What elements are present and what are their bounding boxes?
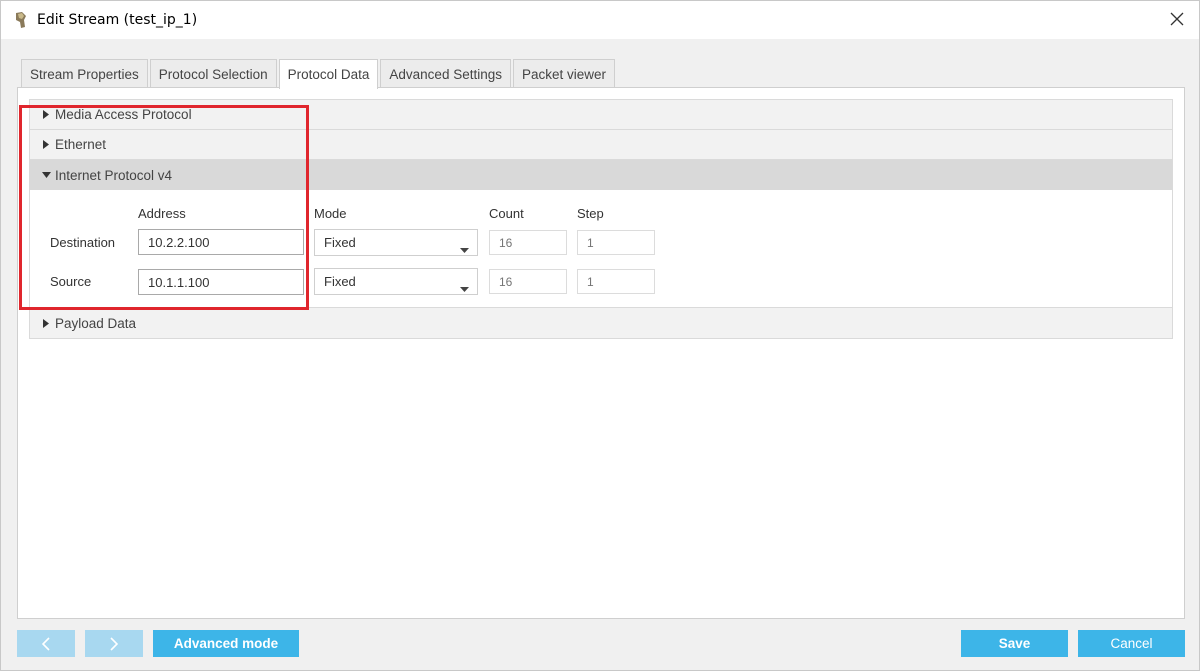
section-payload-data[interactable]: Payload Data xyxy=(30,308,1172,338)
source-mode-select[interactable]: Fixed xyxy=(314,268,478,295)
window-title: Edit Stream (test_ip_1) xyxy=(37,12,198,28)
next-button[interactable] xyxy=(85,630,143,657)
column-header-count: Count xyxy=(489,206,524,221)
title-bar: Edit Stream (test_ip_1) xyxy=(1,1,1199,39)
tab-advanced-settings[interactable]: Advanced Settings xyxy=(380,59,511,88)
source-step-input xyxy=(577,269,655,294)
edit-stream-dialog: Edit Stream (test_ip_1) Stream Propertie… xyxy=(0,0,1200,671)
selected-value: Fixed xyxy=(324,235,356,250)
close-icon[interactable] xyxy=(1167,9,1187,29)
tab-protocol-data[interactable]: Protocol Data xyxy=(278,59,379,89)
caret-down-icon xyxy=(460,280,469,295)
triangle-right-icon xyxy=(42,318,52,328)
tab-stream-properties[interactable]: Stream Properties xyxy=(21,59,148,88)
destination-mode-select[interactable]: Fixed xyxy=(314,229,478,256)
source-count-input xyxy=(489,269,567,294)
selected-value: Fixed xyxy=(324,274,356,289)
chevron-right-icon xyxy=(110,636,118,651)
cancel-button[interactable]: Cancel xyxy=(1078,630,1185,657)
previous-button[interactable] xyxy=(17,630,75,657)
column-header-mode: Mode xyxy=(314,206,347,221)
destination-count-input xyxy=(489,230,567,255)
chevron-left-icon xyxy=(42,636,50,651)
section-label: Payload Data xyxy=(55,315,137,331)
caret-down-icon xyxy=(460,241,469,256)
tab-strip: Stream Properties Protocol Selection Pro… xyxy=(21,59,617,89)
tab-protocol-selection[interactable]: Protocol Selection xyxy=(149,59,277,88)
destination-step-input xyxy=(577,230,655,255)
tab-packet-viewer[interactable]: Packet viewer xyxy=(512,59,616,88)
column-header-step: Step xyxy=(577,206,604,221)
app-icon xyxy=(13,11,29,29)
save-button[interactable]: Save xyxy=(961,630,1068,657)
highlight-annotation xyxy=(19,105,309,310)
advanced-mode-button[interactable]: Advanced mode xyxy=(153,630,299,657)
